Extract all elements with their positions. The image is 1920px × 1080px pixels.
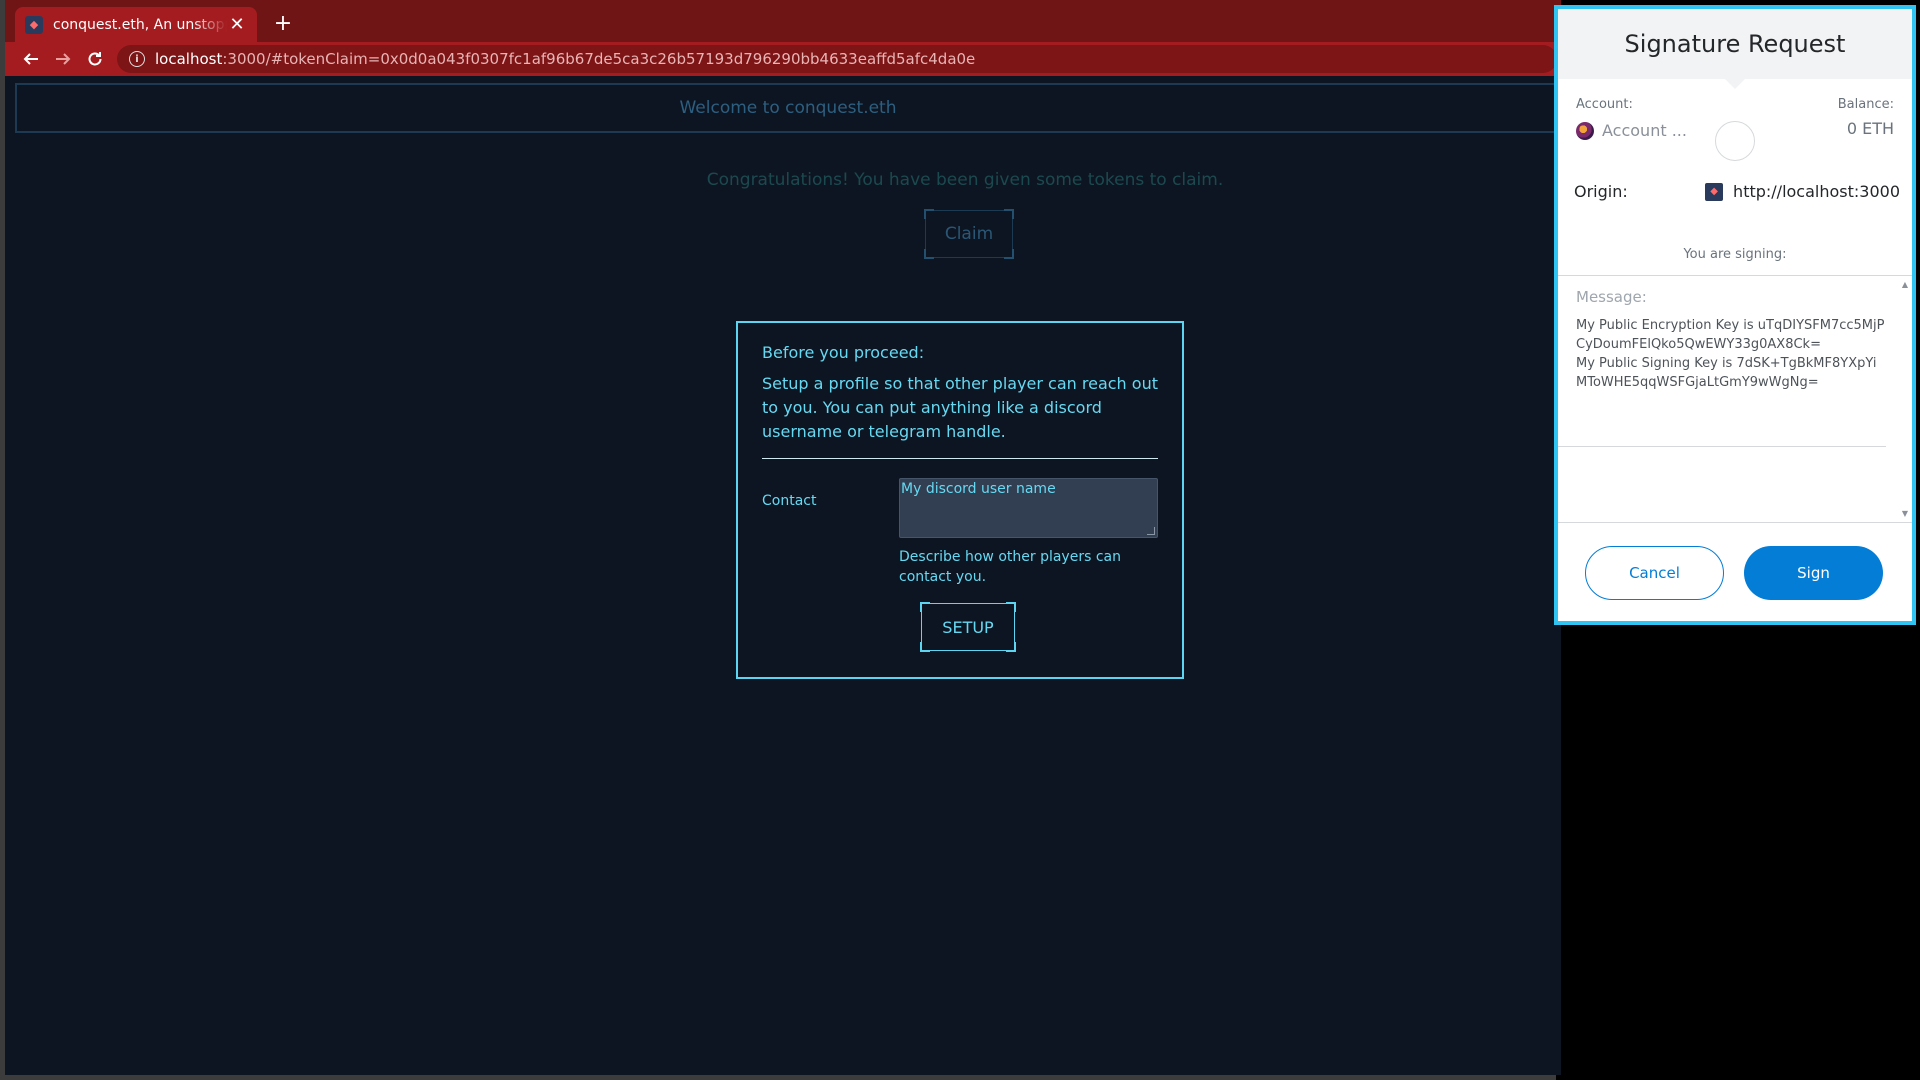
message-line-signing: My Public Signing Key is 7dSK+TgBkMF8YXp… bbox=[1576, 356, 1877, 390]
tab-close-icon[interactable]: ✕ bbox=[227, 14, 247, 35]
screen-edge bbox=[1916, 0, 1920, 1080]
contact-placeholder: My discord user name bbox=[901, 481, 1056, 497]
tab-bar: ◆ conquest.eth, An unstoppable ✕ + bbox=[5, 0, 1561, 42]
claim-button[interactable]: Claim bbox=[924, 209, 1014, 259]
origin-value: ◆ http://localhost:3000 bbox=[1705, 182, 1900, 201]
browser-tab[interactable]: ◆ conquest.eth, An unstoppable ✕ bbox=[15, 7, 257, 42]
contact-help-text: Describe how other players can contact y… bbox=[899, 549, 1121, 585]
message-label: Message: bbox=[1576, 288, 1647, 306]
tab-title: conquest.eth, An unstoppable bbox=[53, 16, 227, 33]
account-label: Account: bbox=[1576, 97, 1633, 112]
setup-button[interactable]: SETUP bbox=[920, 602, 1016, 652]
setup-label: SETUP bbox=[942, 617, 994, 637]
balance-value: 0 ETH bbox=[1846, 119, 1894, 138]
account-avatar-icon bbox=[1576, 121, 1594, 140]
sign-button[interactable]: Sign bbox=[1744, 546, 1883, 600]
scroll-down-icon[interactable]: ▼ bbox=[1902, 509, 1908, 518]
reload-icon[interactable] bbox=[81, 45, 109, 73]
origin-url: http://localhost:3000 bbox=[1733, 182, 1900, 201]
forward-arrow-icon[interactable] bbox=[49, 45, 77, 73]
modal-heading: Before you proceed: bbox=[762, 343, 925, 362]
cancel-button[interactable]: Cancel bbox=[1585, 546, 1724, 600]
signature-request-popup: Signature Request Account: Account ... B… bbox=[1554, 5, 1916, 625]
resize-handle-icon[interactable] bbox=[1147, 527, 1155, 535]
new-tab-button[interactable]: + bbox=[269, 9, 297, 37]
message-text: My Public Encryption Key is uTqDIYSFM7cc… bbox=[1576, 316, 1886, 392]
balance-label: Balance: bbox=[1837, 97, 1894, 112]
modal-description: Setup a profile so that other player can… bbox=[762, 374, 1158, 441]
back-arrow-icon[interactable] bbox=[17, 45, 45, 73]
browser-window: ◆ conquest.eth, An unstoppable ✕ + i loc… bbox=[0, 0, 1561, 1080]
account-name: Account ... bbox=[1602, 121, 1687, 140]
welcome-banner: Welcome to conquest.eth bbox=[15, 83, 1561, 133]
origin-label: Origin: bbox=[1574, 182, 1628, 201]
site-favicon-icon: ◆ bbox=[25, 15, 43, 34]
profile-setup-modal: Before you proceed: Setup a profile so t… bbox=[736, 321, 1184, 679]
url-path: :3000/#tokenClaim=0x0d0a043f0307fc1af96b… bbox=[222, 50, 976, 68]
origin-favicon-icon: ◆ bbox=[1705, 182, 1724, 201]
signing-label: You are signing: bbox=[1683, 247, 1787, 262]
popup-header: Signature Request bbox=[1558, 9, 1912, 89]
contact-label: Contact bbox=[762, 493, 817, 509]
popup-title: Signature Request bbox=[1624, 30, 1846, 58]
info-icon[interactable]: i bbox=[129, 51, 145, 67]
browser-toolbar: i localhost:3000/#tokenClaim=0x0d0a043f0… bbox=[5, 42, 1561, 76]
contact-textarea[interactable]: My discord user name bbox=[899, 478, 1158, 538]
scroll-up-icon[interactable]: ▲ bbox=[1902, 280, 1908, 289]
message-box[interactable]: Message: My Public Encryption Key is uTq… bbox=[1558, 275, 1912, 523]
modal-divider bbox=[762, 458, 1158, 459]
loading-circle-icon bbox=[1715, 121, 1755, 161]
message-separator bbox=[1558, 446, 1886, 447]
claim-label: Claim bbox=[944, 224, 994, 244]
account-row: Account ... bbox=[1576, 121, 1687, 140]
address-bar[interactable]: i localhost:3000/#tokenClaim=0x0d0a043f0… bbox=[117, 45, 1557, 73]
url-host: localhost bbox=[155, 50, 223, 68]
message-line-encryption: My Public Encryption Key is uTqDIYSFM7cc… bbox=[1576, 318, 1885, 352]
